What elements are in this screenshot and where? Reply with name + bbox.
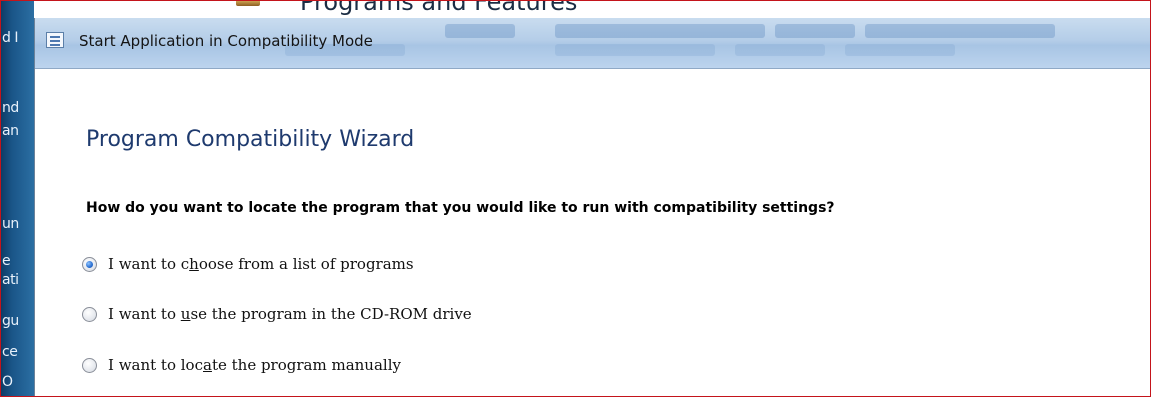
titlebar-reflection <box>775 24 855 38</box>
titlebar-reflection <box>555 44 715 56</box>
locate-question: How do you want to locate the program th… <box>86 200 835 216</box>
bg-text-fragment: e <box>2 253 11 269</box>
bg-text-fragment: ce <box>2 344 18 360</box>
option-cd-rom-drive[interactable]: I want to use the program in the CD-ROM … <box>82 305 472 323</box>
option-label-cd-rom-drive: I want to use the program in the CD-ROM … <box>108 305 472 323</box>
option-label-choose-from-list: I want to choose from a list of programs <box>108 255 414 273</box>
titlebar-reflection <box>445 24 515 38</box>
option-choose-from-list[interactable]: I want to choose from a list of programs <box>82 255 414 273</box>
radio-locate-manually[interactable] <box>82 357 97 373</box>
dialog-title: Start Application in Compatibility Mode <box>79 32 373 50</box>
radio-choose-from-list[interactable] <box>82 256 97 272</box>
background-desktop: d I nd an un e ati gu ce O <box>0 0 34 397</box>
wizard-content: Program Compatibility Wizard How do you … <box>35 69 1151 397</box>
titlebar-reflection <box>555 24 765 38</box>
bg-text-fragment: an <box>2 123 19 139</box>
titlebar-reflection <box>845 44 955 56</box>
compatibility-dialog: Start Application in Compatibility Mode … <box>34 18 1151 397</box>
dialog-titlebar[interactable]: Start Application in Compatibility Mode <box>35 18 1151 69</box>
bg-text-fragment: O <box>2 374 13 390</box>
titlebar-reflection <box>735 44 825 56</box>
radio-cd-rom-drive[interactable] <box>82 306 97 322</box>
option-locate-manually[interactable]: I want to locate the program manually <box>82 356 401 374</box>
bg-text-fragment: un <box>2 216 19 232</box>
bg-text-fragment: ati <box>2 272 19 288</box>
bg-text-fragment: gu <box>2 313 19 329</box>
bg-text-fragment: nd <box>2 100 19 116</box>
background-window-title: Programs and Features <box>300 0 578 16</box>
titlebar-reflection <box>865 24 1055 38</box>
programs-features-icon <box>236 0 260 6</box>
option-label-locate-manually: I want to locate the program manually <box>108 356 401 374</box>
window-list-icon <box>46 32 64 48</box>
wizard-heading: Program Compatibility Wizard <box>86 127 415 152</box>
bg-text-fragment: d I <box>2 30 18 46</box>
